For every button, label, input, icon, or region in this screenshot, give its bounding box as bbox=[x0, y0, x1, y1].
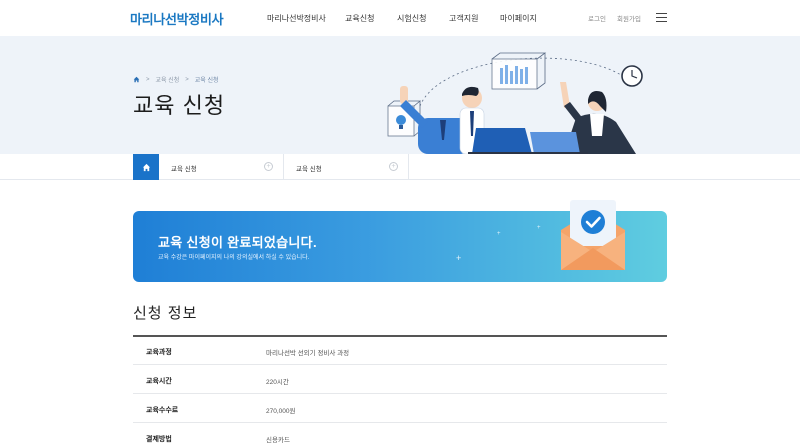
page-title: 교육 신청 bbox=[133, 93, 226, 118]
subnav-select-label: 교육 신청 bbox=[296, 166, 322, 173]
home-icon[interactable] bbox=[133, 76, 140, 83]
info-value: 마리나선박 선외기 정비사 과정 bbox=[266, 350, 350, 357]
breadcrumb-item-current: 교육 신청 bbox=[194, 78, 219, 84]
info-value: 270,000원 bbox=[266, 408, 296, 415]
sparkle-icon: + bbox=[537, 225, 541, 231]
breadcrumb: > 교육 신청 > 교육 신청 bbox=[133, 75, 219, 84]
info-value: 신용카드 bbox=[266, 437, 290, 444]
info-label: 교육시간 bbox=[146, 378, 172, 385]
nav-item-mypage[interactable]: 마이페이지 bbox=[500, 13, 537, 24]
info-row: 교육시간 220시간 bbox=[133, 365, 667, 394]
completion-banner: 교육 신청이 완료되었습니다. 교육 수강은 마이페이지의 나의 강의실에서 하… bbox=[133, 200, 667, 282]
header: 마리나선박정비사 마리나선박정비사 교육신청 시험신청 고객지원 마이페이지 로… bbox=[0, 0, 800, 36]
completion-title: 교육 신청이 완료되었습니다. bbox=[158, 235, 317, 250]
hero-section: > 교육 신청 > 교육 신청 교육 신청 bbox=[0, 36, 800, 154]
home-icon bbox=[142, 163, 150, 171]
info-label: 교육과정 bbox=[146, 349, 172, 356]
info-row: 결제방법 신용카드 bbox=[133, 423, 667, 448]
sparkle-icon: + bbox=[497, 231, 501, 237]
info-value: 220시간 bbox=[266, 379, 289, 386]
breadcrumb-item[interactable]: 교육 신청 bbox=[156, 75, 180, 84]
menu-icon[interactable] bbox=[656, 13, 667, 22]
info-row: 교육수수료 270,000원 bbox=[133, 394, 667, 423]
plus-circle-icon: + bbox=[264, 162, 273, 171]
envelope-icon bbox=[561, 200, 625, 270]
subnav-select-depth2[interactable]: 교육 신청 + bbox=[284, 154, 409, 180]
subnav-select-depth1[interactable]: 교육 신청 + bbox=[159, 154, 284, 180]
section-title: 신청 정보 bbox=[133, 305, 198, 322]
sparkle-icon: + bbox=[456, 253, 462, 263]
breadcrumb-separator: > bbox=[185, 76, 189, 83]
nav-item-exam[interactable]: 시험신청 bbox=[397, 13, 426, 24]
info-label: 교육수수료 bbox=[146, 407, 179, 414]
info-row: 교육과정 마리나선박 선외기 정비사 과정 bbox=[133, 336, 667, 365]
breadcrumb-separator: > bbox=[146, 76, 150, 83]
nav-item-education[interactable]: 교육신청 bbox=[345, 13, 374, 24]
plus-circle-icon: + bbox=[389, 162, 398, 171]
nav-item-support[interactable]: 고객지원 bbox=[449, 13, 478, 24]
subnav-select-label: 교육 신청 bbox=[171, 166, 197, 173]
join-link[interactable]: 회원가입 bbox=[617, 13, 641, 23]
login-link[interactable]: 로그인 bbox=[588, 13, 606, 23]
hero-illustration bbox=[387, 52, 643, 154]
completion-subtitle: 교육 수강은 마이페이지의 나의 강의실에서 하실 수 있습니다. bbox=[158, 255, 310, 261]
sub-navigation: 교육 신청 + 교육 신청 + bbox=[0, 154, 800, 180]
global-nav: 마리나선박정비사 교육신청 시험신청 고객지원 마이페이지 bbox=[0, 13, 800, 25]
subnav-home-button[interactable] bbox=[133, 154, 159, 180]
nav-item-about[interactable]: 마리나선박정비사 bbox=[267, 13, 326, 24]
info-label: 결제방법 bbox=[146, 436, 172, 443]
